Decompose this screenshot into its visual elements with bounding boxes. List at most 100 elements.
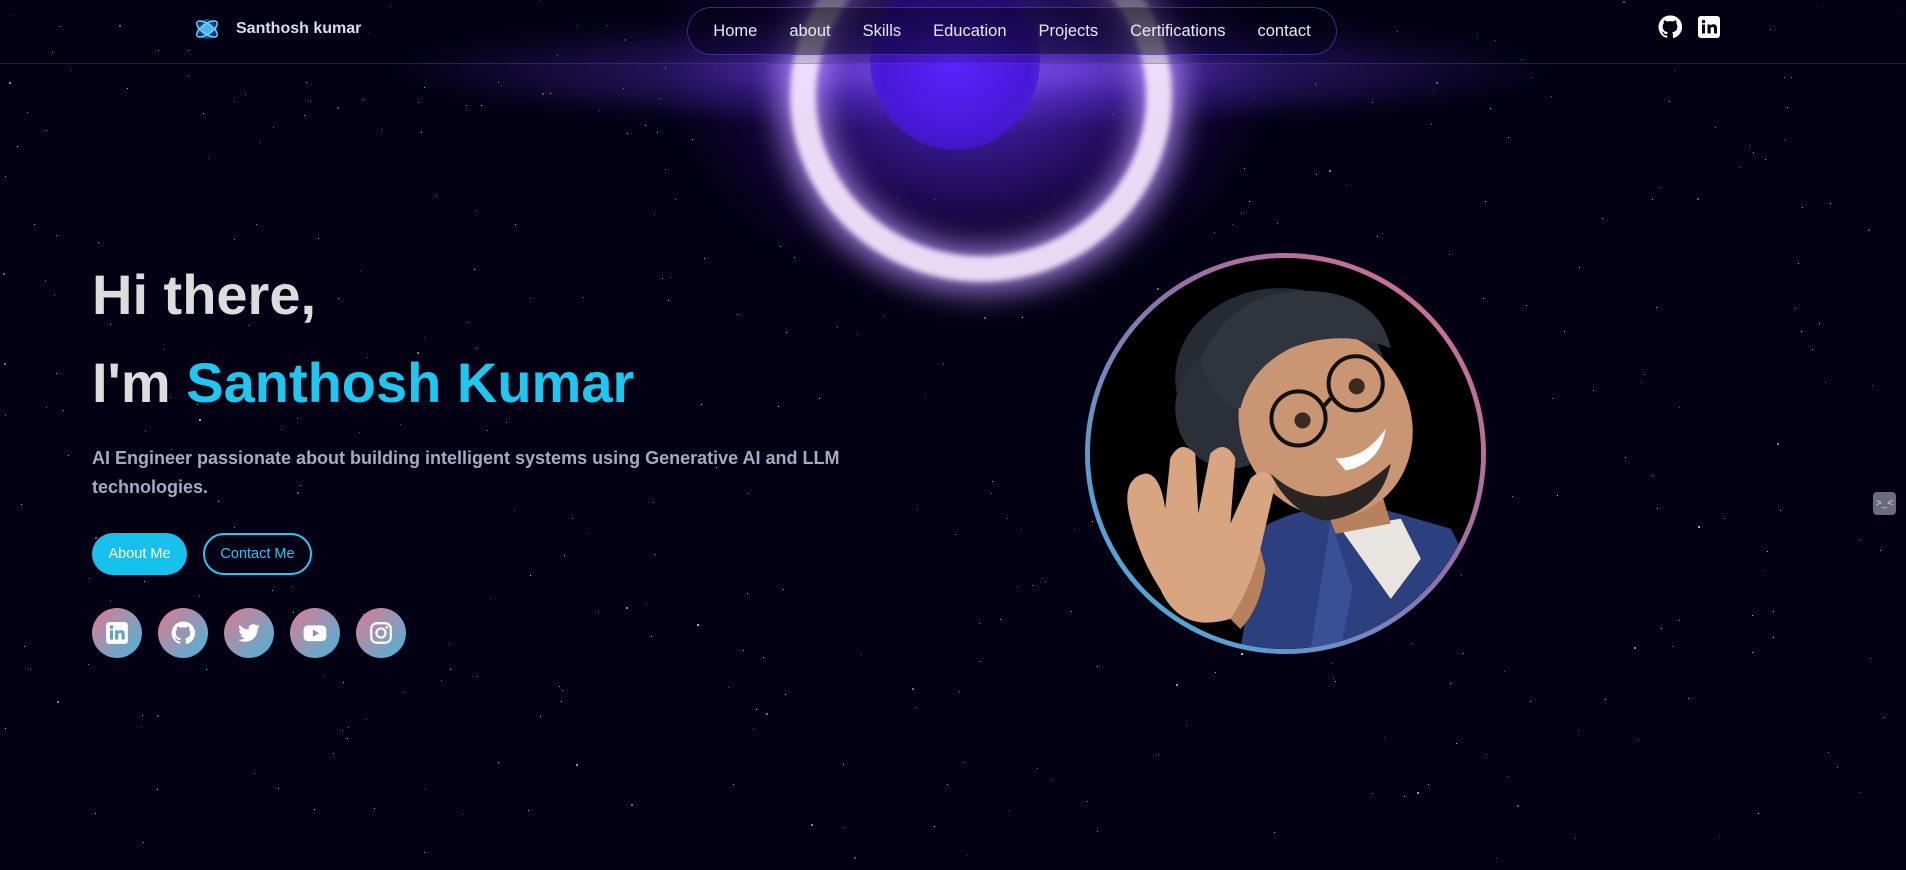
social-instagram[interactable] [356,608,406,658]
star [1860,792,1861,793]
star [1486,754,1487,755]
star [436,195,437,196]
star [756,709,757,710]
star [662,278,663,279]
nav-certifications[interactable]: Certifications [1114,22,1241,41]
star [1625,457,1626,458]
star [1773,637,1774,638]
avatar-image [1090,258,1481,649]
nav-about[interactable]: about [773,22,846,41]
star [3,273,5,275]
github-icon[interactable] [1658,15,1682,39]
star [1602,218,1603,219]
star [943,363,944,364]
social-youtube[interactable] [290,608,340,658]
star [1575,838,1576,839]
brand[interactable]: Santhosh kumar [194,16,361,42]
star [188,76,189,77]
star [34,224,35,225]
floating-widget-icon[interactable]: >_< [1873,492,1896,515]
star [476,210,477,211]
star [1883,717,1884,718]
star [854,857,856,859]
star [5,728,6,729]
star [1097,831,1098,832]
star [857,334,858,335]
profile-avatar [1085,253,1486,654]
star [487,430,488,431]
star [1517,805,1519,807]
star [1097,666,1098,667]
star [1802,207,1803,208]
star [1483,298,1484,299]
star [1507,776,1508,777]
star [1329,170,1331,172]
star [1638,740,1639,741]
star [583,297,584,298]
star [1335,681,1336,682]
social-github[interactable] [158,608,208,658]
star [256,224,257,225]
star [68,455,69,456]
star [46,130,47,131]
star [1045,581,1046,582]
nav-education[interactable]: Education [917,22,1022,41]
star [955,534,956,535]
star [697,624,699,626]
star [234,101,235,102]
star [665,169,666,170]
about-me-button[interactable]: About Me [92,533,187,575]
star [1417,792,1419,794]
star [626,607,628,609]
star [490,598,491,599]
star [1679,407,1680,408]
star [1578,730,1579,731]
star [1787,107,1788,108]
star [1780,510,1781,511]
star [1698,526,1700,528]
star [127,88,128,89]
star [979,623,980,624]
star [245,94,246,95]
linkedin-icon[interactable] [1697,15,1721,39]
star [1749,145,1750,146]
star [199,419,201,421]
star [530,575,531,576]
nav-contact[interactable]: contact [1242,22,1327,41]
star [1021,529,1022,530]
social-linkedin[interactable] [92,608,142,658]
contact-me-button[interactable]: Contact Me [203,533,312,575]
linkedin-icon [106,622,128,644]
star [363,99,364,100]
star [89,578,90,579]
star [1798,263,1799,264]
star [747,593,748,594]
social-twitter[interactable] [224,608,274,658]
star [1176,684,1178,686]
star [24,646,25,647]
instagram-icon [370,622,392,644]
star [844,827,845,828]
star [992,481,993,482]
star [1508,137,1509,138]
star [63,410,64,411]
star [9,82,11,84]
star [572,518,573,519]
star [1652,475,1653,476]
star [254,773,255,774]
star [783,589,784,590]
nav-home[interactable]: Home [697,22,773,41]
star [98,242,99,243]
star [778,406,779,407]
star [310,100,311,101]
star [1652,199,1653,200]
star [819,398,820,399]
star [1752,615,1753,616]
star [1656,307,1657,308]
nav-projects[interactable]: Projects [1023,22,1115,41]
star [450,669,451,670]
star [462,814,463,815]
star [199,595,200,596]
nav-skills[interactable]: Skills [847,22,918,41]
star [259,142,260,143]
